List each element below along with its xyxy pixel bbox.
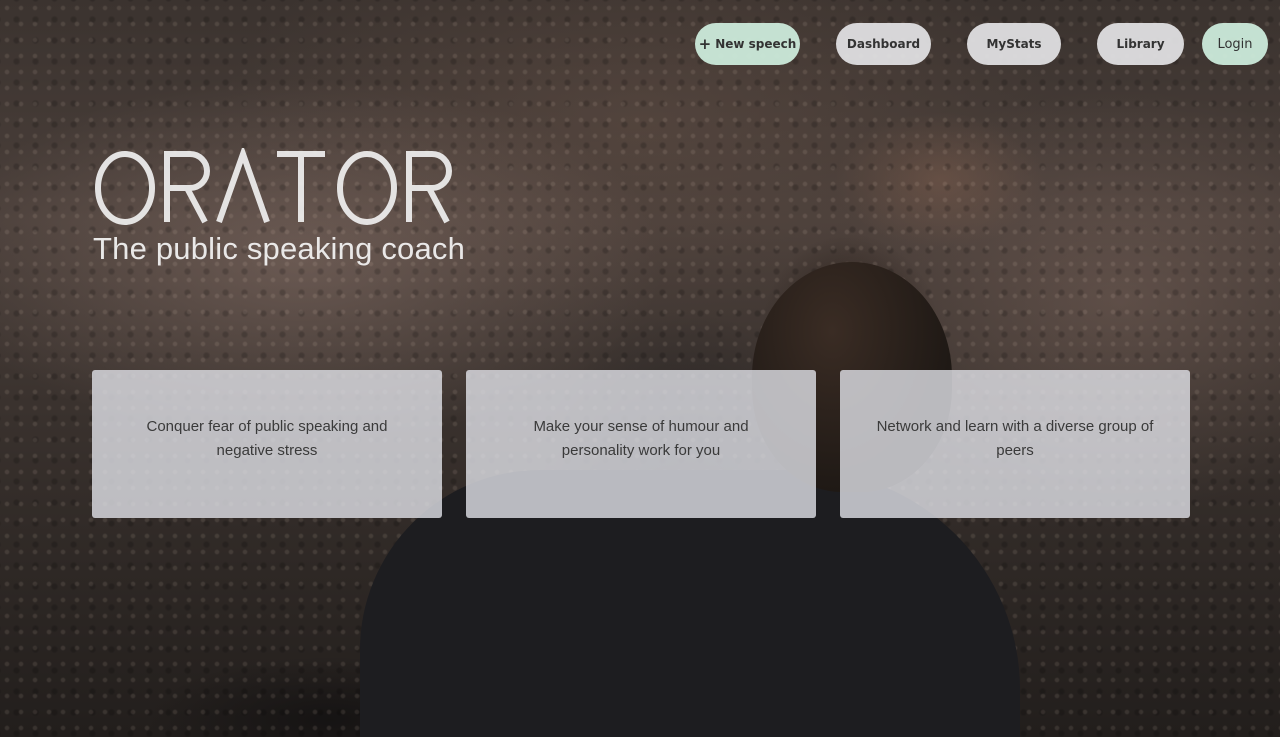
login-button[interactable]: Login xyxy=(1202,23,1268,65)
feature-card-text: Conquer fear of public speaking and nega… xyxy=(146,418,388,459)
tagline: The public speaking coach xyxy=(93,231,466,266)
mystats-label: MyStats xyxy=(986,37,1042,51)
library-label: Library xyxy=(1116,37,1165,51)
landing-page: + New speech Dashboard MyStats Library L… xyxy=(0,0,1280,737)
new-speech-button[interactable]: + New speech xyxy=(695,23,800,65)
plus-icon: + xyxy=(698,35,712,53)
feature-card-network: Network and learn with a diverse group o… xyxy=(840,370,1190,518)
feature-card-fear: Conquer fear of public speaking and nega… xyxy=(92,370,442,518)
library-button[interactable]: Library xyxy=(1097,23,1184,65)
login-label: Login xyxy=(1217,36,1253,52)
new-speech-label: New speech xyxy=(715,37,797,51)
mystats-button[interactable]: MyStats xyxy=(967,23,1061,65)
feature-card-humour: Make your sense of humour and personalit… xyxy=(466,370,816,518)
orator-logo xyxy=(95,144,475,228)
dashboard-label: Dashboard xyxy=(846,37,921,51)
dashboard-button[interactable]: Dashboard xyxy=(836,23,931,65)
orator-logo-svg xyxy=(95,144,452,225)
top-navigation: + New speech Dashboard MyStats Library L… xyxy=(0,23,1280,65)
feature-card-text: Network and learn with a diverse group o… xyxy=(876,418,1154,459)
feature-card-text: Make your sense of humour and personalit… xyxy=(533,418,749,459)
